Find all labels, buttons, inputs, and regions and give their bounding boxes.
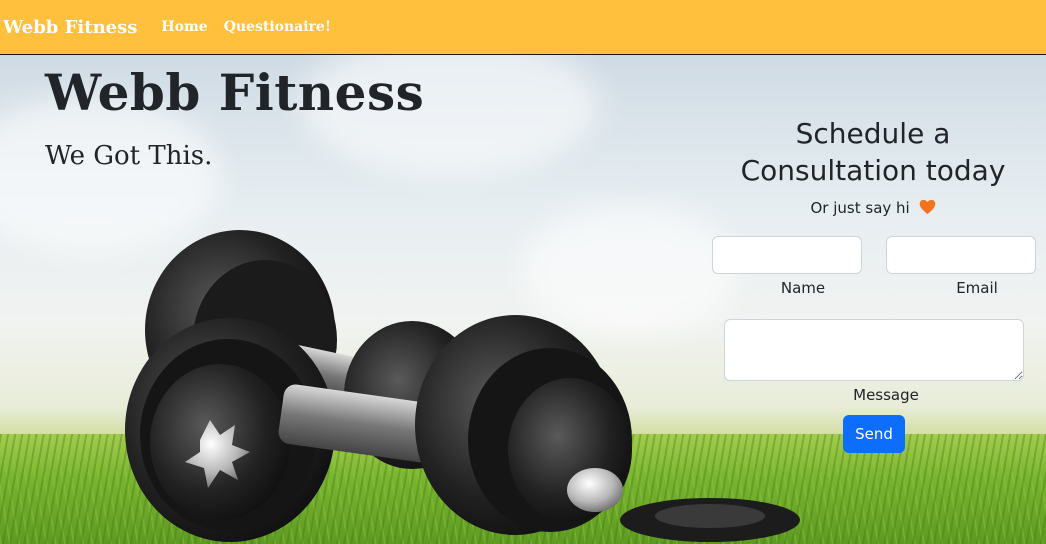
message-textarea[interactable] (724, 319, 1024, 381)
nav-link-home[interactable]: Home (161, 19, 207, 35)
email-label: Email (956, 279, 998, 297)
dumbbells-image (125, 230, 800, 542)
hero-title: Webb Fitness (45, 63, 425, 122)
navbar: Webb Fitness Home Questionaire! (0, 0, 1046, 55)
name-input[interactable] (712, 236, 862, 274)
message-label: Message (853, 386, 919, 404)
hero-tagline: We Got This. (45, 141, 213, 171)
hero-section: Webb Fitness We Got This. Schedule a Con… (0, 55, 1046, 544)
send-button[interactable]: Send (843, 415, 905, 453)
orange-heart-icon (919, 199, 935, 215)
form-subtitle-text: Or just say hi (810, 199, 910, 217)
nav-link-questionnaire[interactable]: Questionaire! (224, 19, 331, 35)
email-input[interactable] (886, 236, 1036, 274)
brand-logo[interactable]: Webb Fitness (3, 17, 137, 38)
form-subtitle: Or just say hi (700, 199, 1046, 217)
form-title: Schedule a Consultation today (740, 117, 1006, 187)
name-label: Name (780, 279, 826, 297)
